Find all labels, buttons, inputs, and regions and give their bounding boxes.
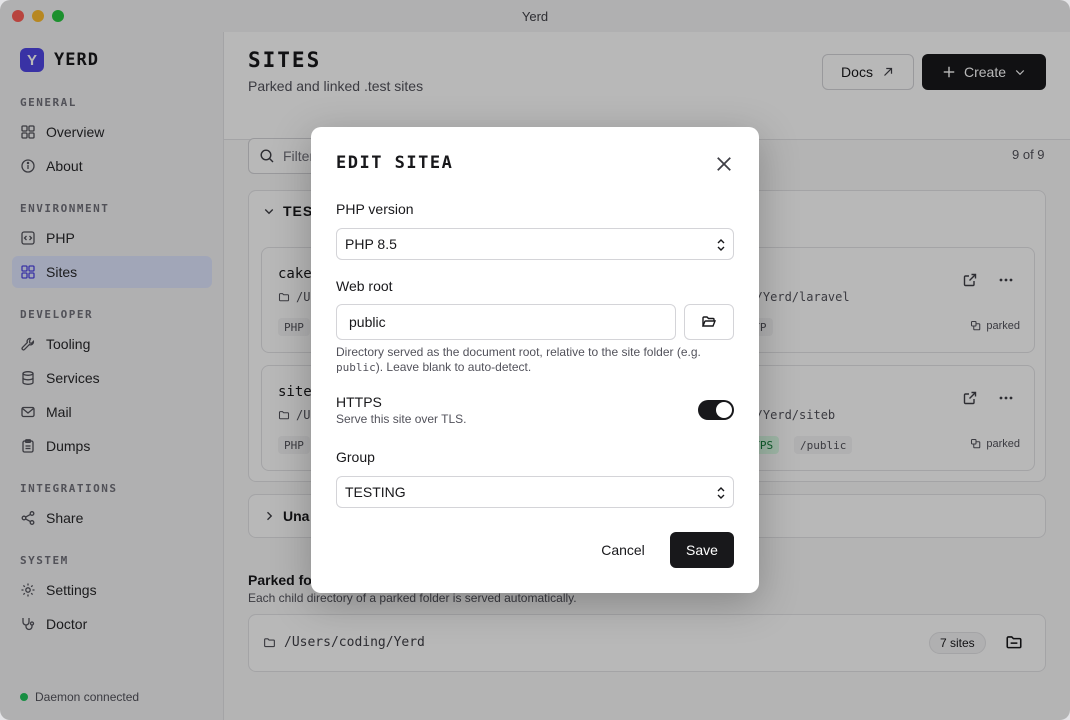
group-value: TESTING <box>345 484 406 500</box>
php-version-value: PHP 8.5 <box>345 236 397 252</box>
group-label: Group <box>336 449 375 465</box>
https-description: Serve this site over TLS. <box>336 412 467 426</box>
web-root-help: Directory served as the document root, r… <box>336 345 736 375</box>
toggle-knob <box>716 402 732 418</box>
folder-open-icon <box>701 316 717 327</box>
cancel-button[interactable]: Cancel <box>590 532 656 568</box>
web-root-label: Web root <box>336 278 393 294</box>
browse-folder-button[interactable] <box>684 304 734 340</box>
select-caret-icon <box>717 487 725 499</box>
web-root-input[interactable]: public <box>336 304 676 340</box>
edit-site-dialog: EDIT SITEA PHP version PHP 8.5 Web root … <box>311 127 759 593</box>
https-toggle[interactable] <box>698 400 734 420</box>
save-button[interactable]: Save <box>670 532 734 568</box>
select-caret-icon <box>717 239 725 251</box>
help-code: public <box>336 361 376 374</box>
help-text-end: ). Leave blank to auto-detect. <box>375 360 532 374</box>
app-window: Yerd Y YERD GENERAL Overview About ENVIR… <box>0 0 1070 720</box>
dialog-title: EDIT SITEA <box>336 153 454 173</box>
php-version-select[interactable]: PHP 8.5 <box>336 228 734 260</box>
help-text: Directory served as the document root, r… <box>336 345 701 359</box>
php-version-label: PHP version <box>336 201 414 217</box>
web-root-value: public <box>349 314 386 330</box>
close-icon[interactable] <box>714 154 734 174</box>
https-label: HTTPS <box>336 394 382 410</box>
group-select[interactable]: TESTING <box>336 476 734 508</box>
